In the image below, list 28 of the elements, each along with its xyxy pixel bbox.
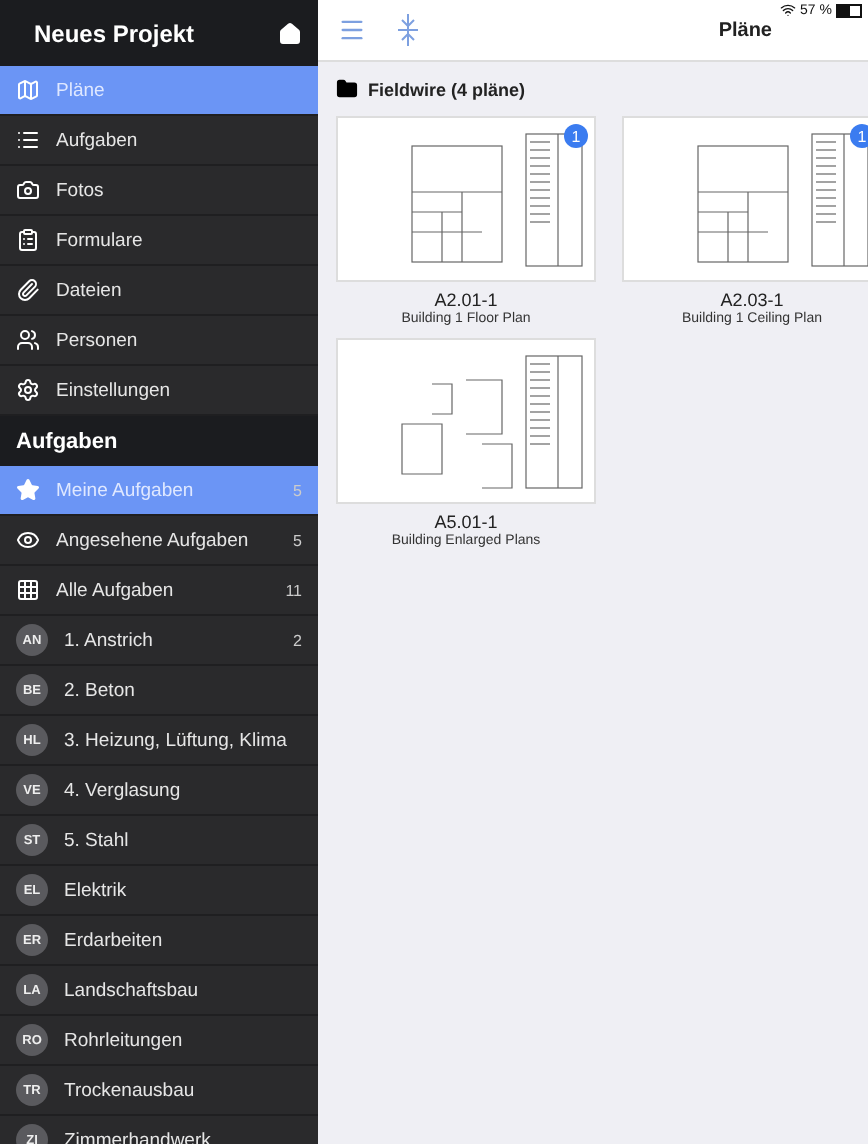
- plan-title: A2.03-1: [720, 290, 784, 310]
- plan-title: A2.01-1: [434, 290, 498, 310]
- collapse-icon[interactable]: [398, 14, 418, 46]
- nav-icon: [16, 378, 40, 402]
- nav-icon: [16, 278, 40, 302]
- page-title: Pläne: [716, 19, 774, 41]
- nav-icon: [16, 178, 40, 202]
- task-count: 2: [293, 631, 302, 649]
- task-count: 5: [293, 481, 302, 499]
- task-count: 5: [293, 531, 302, 549]
- plan-badge: 1: [564, 124, 588, 148]
- filter-icon: [16, 528, 40, 552]
- folder-name: Fieldwire (4 pläne): [368, 79, 526, 99]
- wifi-icon: [780, 2, 797, 18]
- plan-title: A5.01-1: [434, 512, 498, 532]
- nav-icon: [16, 328, 40, 352]
- task-count: 11: [285, 581, 302, 599]
- home-icon[interactable]: [278, 21, 302, 45]
- menu-icon[interactable]: [338, 16, 366, 44]
- filter-icon: [16, 478, 40, 502]
- nav-icon: [16, 78, 40, 102]
- project-title: Neues Projekt: [34, 19, 195, 47]
- section-title: Aufgaben: [0, 416, 318, 466]
- battery-icon: [836, 3, 862, 17]
- nav-icon: [16, 228, 40, 252]
- filter-icon: [16, 578, 40, 602]
- folder-icon: [336, 78, 358, 100]
- plan-badge: 1: [850, 124, 868, 148]
